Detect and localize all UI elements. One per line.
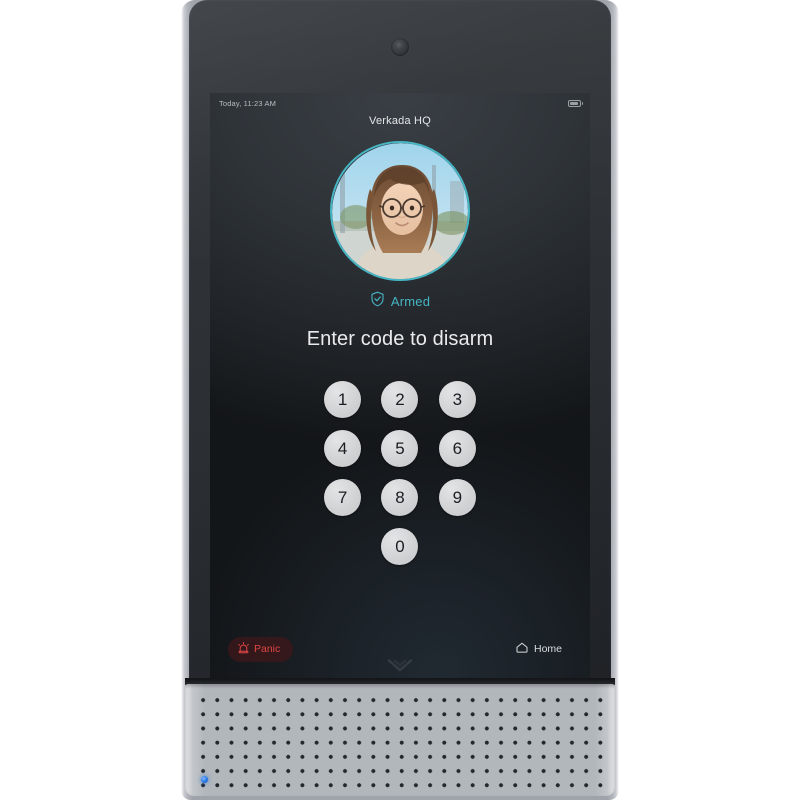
keypad-key-3[interactable]: 3: [438, 381, 476, 418]
armed-status: Armed: [210, 291, 590, 312]
home-icon: [516, 642, 528, 656]
status-bar: Today, 11:23 AM: [210, 93, 590, 113]
avatar-photo: [332, 143, 468, 279]
device-root: Today, 11:23 AM Verkada HQ Armed Enter c…: [0, 0, 800, 800]
touchscreen-display[interactable]: Today, 11:23 AM Verkada HQ Armed Enter c…: [210, 93, 590, 678]
alarm-siren-icon: [238, 641, 249, 657]
avatar: [330, 141, 470, 281]
keypad-key-7[interactable]: 7: [324, 479, 362, 516]
keypad-key-2[interactable]: 2: [381, 381, 419, 418]
keypad-key-1[interactable]: 1: [324, 381, 362, 418]
home-button[interactable]: Home: [506, 637, 572, 661]
prompt-text: Enter code to disarm: [306, 328, 494, 350]
site-title: Verkada HQ: [369, 115, 431, 127]
grille-perforations: [196, 693, 604, 788]
speaker-grille: [185, 684, 615, 796]
armed-label: Armed: [390, 294, 431, 309]
keypad-key-4[interactable]: 4: [324, 430, 362, 467]
keypad-key-6[interactable]: 6: [438, 430, 476, 467]
keypad-key-0[interactable]: 0: [381, 528, 419, 565]
camera-lens-icon: [391, 38, 409, 56]
home-label: Home: [533, 643, 562, 655]
panic-label: Panic: [254, 643, 281, 655]
panic-button[interactable]: Panic: [228, 636, 294, 662]
keypad-key-5[interactable]: 5: [381, 430, 419, 467]
status-bar-time: Today, 11:23 AM: [219, 98, 277, 108]
battery-icon: [568, 99, 583, 107]
keypad[interactable]: 1 2 3 4 5 6 7 8 9 0: [314, 381, 486, 565]
keypad-key-8[interactable]: 8: [381, 479, 419, 516]
shield-check-icon: [370, 291, 385, 312]
verkada-chevron-logo: [387, 658, 413, 672]
status-led-blue: [201, 776, 208, 783]
keypad-key-9[interactable]: 9: [438, 479, 476, 516]
